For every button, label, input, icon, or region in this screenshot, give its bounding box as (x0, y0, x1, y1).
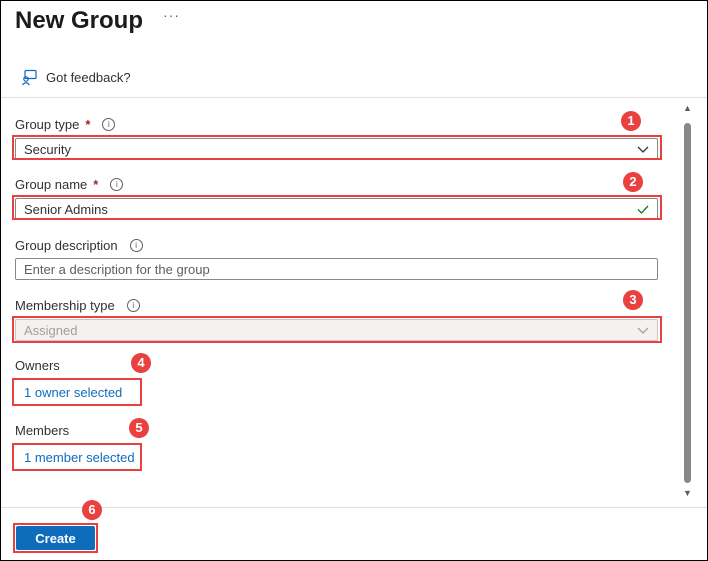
callout-badge-5: 5 (129, 418, 149, 438)
scrollbar-thumb[interactable] (684, 123, 691, 483)
callout-badge-1: 1 (621, 111, 641, 131)
group-description-input[interactable]: Enter a description for the group (15, 258, 658, 280)
callout-box-5 (12, 443, 142, 471)
info-icon[interactable]: i (126, 299, 140, 312)
callout-badge-2: 2 (623, 172, 643, 192)
membership-type-label: Membership type i (15, 298, 140, 313)
callout-box-3 (12, 316, 662, 343)
callout-box-2 (12, 195, 662, 220)
page-title: New Group (15, 7, 144, 34)
more-options-button[interactable]: ··· (163, 7, 180, 23)
scroll-down-arrow-icon[interactable]: ▼ (683, 488, 692, 498)
callout-badge-4: 4 (131, 353, 151, 373)
members-label-text: Members (15, 423, 70, 438)
membership-type-label-text: Membership type (15, 298, 115, 313)
required-mark: * (93, 177, 99, 192)
group-description-label-text: Group description (15, 238, 118, 253)
new-group-panel: New Group ··· Got feedback? Group type *… (0, 0, 708, 561)
callout-box-4 (12, 378, 142, 406)
group-name-label-text: Group name (15, 177, 88, 192)
group-description-label: Group description i (15, 238, 143, 253)
info-icon[interactable]: i (110, 178, 124, 191)
scroll-up-arrow-icon[interactable]: ▲ (683, 103, 692, 113)
feedback-icon (21, 69, 38, 86)
group-type-label: Group type * i (15, 117, 116, 132)
feedback-link[interactable]: Got feedback? (21, 69, 131, 86)
feedback-label: Got feedback? (46, 70, 131, 85)
group-name-label: Group name * i (15, 177, 124, 192)
owners-label: Owners (15, 358, 60, 373)
callout-box-6 (13, 523, 98, 553)
header-divider (1, 97, 707, 98)
footer-divider (1, 507, 707, 508)
callout-badge-3: 3 (623, 290, 643, 310)
callout-box-1 (12, 135, 662, 160)
info-icon[interactable]: i (129, 239, 143, 252)
group-type-label-text: Group type (15, 117, 80, 132)
callout-badge-6: 6 (82, 500, 102, 520)
members-label: Members (15, 423, 69, 438)
owners-label-text: Owners (15, 358, 60, 373)
group-description-placeholder: Enter a description for the group (24, 261, 210, 277)
required-mark: * (85, 117, 91, 132)
info-icon[interactable]: i (102, 118, 116, 131)
